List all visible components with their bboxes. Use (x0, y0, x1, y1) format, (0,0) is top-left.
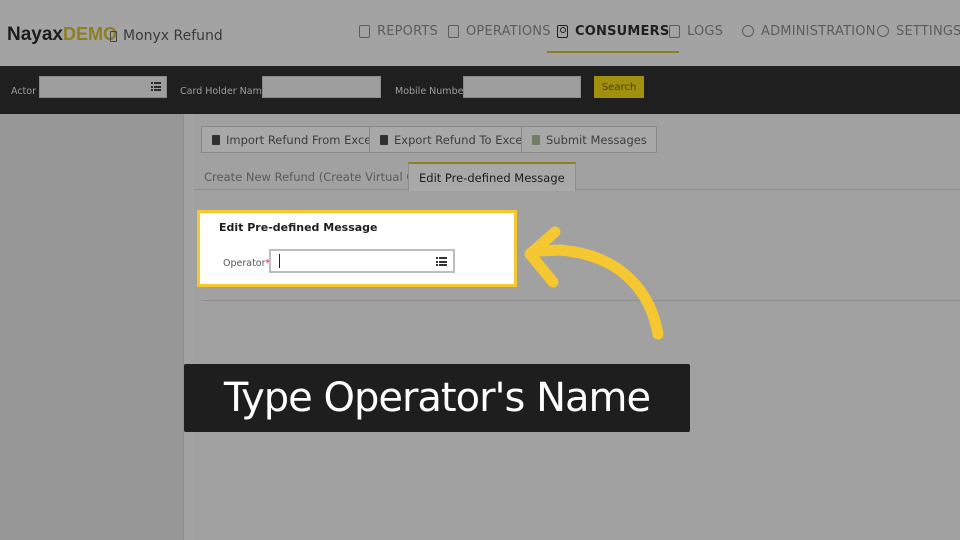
user-icon (557, 25, 568, 38)
export-refund-label: Export Refund To Excel (394, 132, 526, 147)
log-icon (669, 25, 680, 38)
nav-item-settings[interactable]: SETTINGS (877, 24, 960, 54)
operator-input[interactable] (269, 249, 455, 273)
nav-item-consumers[interactable]: CONSUMERS (546, 24, 680, 54)
instruction-callout: Type Operator's Name (184, 364, 690, 432)
nav-label: ADMINISTRATION (761, 24, 876, 39)
section-divider (202, 300, 960, 301)
nav-item-reports[interactable]: REPORTS (359, 24, 438, 54)
export-refund-button[interactable]: Export Refund To Excel (369, 126, 536, 153)
operator-label: Operator* (223, 258, 270, 269)
edit-message-section: Edit Pre-defined Message Operator* (197, 210, 517, 287)
compass-icon (742, 25, 754, 37)
submit-messages-button[interactable]: Submit Messages (521, 126, 657, 153)
nav-item-administration[interactable]: ADMINISTRATION (742, 24, 876, 54)
mobile-number-input[interactable] (463, 76, 581, 98)
message-icon (532, 134, 540, 145)
search-bar: Actor Card Holder Name Mobile Number Sea… (0, 66, 960, 114)
list-icon[interactable] (151, 82, 161, 91)
excel-icon (212, 134, 220, 145)
tab-bar: Create New Refund (Create Virtual Card) … (194, 162, 960, 191)
gear-icon (877, 25, 889, 37)
search-button[interactable]: Search (594, 76, 644, 98)
nav-label: REPORTS (377, 24, 438, 39)
submit-messages-label: Submit Messages (546, 132, 647, 147)
operator-label-text: Operator (223, 258, 266, 269)
mobile-number-label: Mobile Number (395, 86, 468, 97)
card-holder-input[interactable] (262, 76, 381, 98)
main-content: Import Refund From Excel Export Refund T… (194, 114, 960, 540)
phone-icon (448, 25, 459, 38)
nav-label: OPERATIONS (466, 24, 551, 39)
top-nav-bar: NayaxDEMO Monyx Refund REPORTS OPERATION… (0, 0, 960, 66)
report-icon (359, 25, 370, 38)
section-title: Edit Pre-defined Message (219, 221, 378, 234)
actor-label: Actor (11, 86, 36, 97)
tab-edit-predefined-message[interactable]: Edit Pre-defined Message (408, 162, 576, 191)
card-holder-label: Card Holder Name (180, 86, 268, 97)
text-cursor (279, 254, 280, 268)
panel-gutter (184, 114, 194, 540)
main-nav: REPORTS OPERATIONS CONSUMERS LOGS ADMINI… (0, 0, 960, 66)
nav-item-logs[interactable]: LOGS (669, 24, 723, 54)
import-refund-button[interactable]: Import Refund From Excel (201, 126, 385, 153)
left-panel (0, 114, 184, 540)
excel-icon (380, 134, 388, 145)
nav-label: LOGS (687, 24, 724, 39)
list-icon[interactable] (436, 257, 447, 266)
nav-label: SETTINGS (896, 24, 960, 39)
import-refund-label: Import Refund From Excel (226, 132, 375, 147)
nav-label: CONSUMERS (575, 24, 670, 39)
nav-item-operations[interactable]: OPERATIONS (448, 24, 551, 54)
actor-input[interactable] (39, 76, 167, 98)
